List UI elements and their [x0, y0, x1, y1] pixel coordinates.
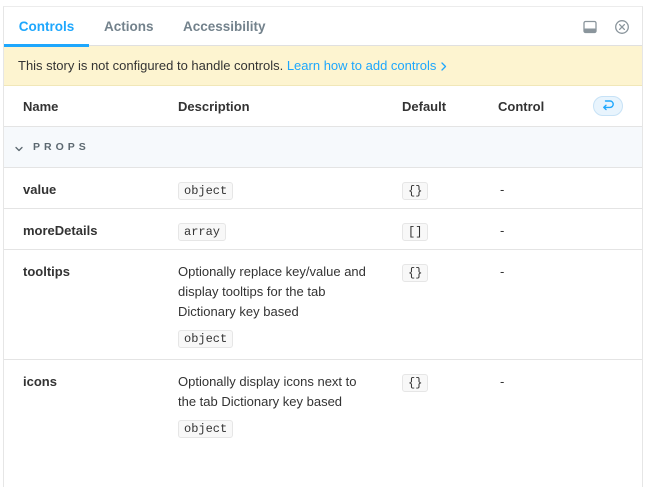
prop-description: array [178, 221, 378, 241]
header-name: Name [23, 99, 59, 114]
tab-bar: Controls Actions Accessibility [4, 7, 642, 47]
prop-type: object [178, 330, 234, 348]
section-label: PROPS [33, 141, 90, 153]
chevron-down-icon [14, 141, 24, 159]
dock-bottom-icon[interactable] [582, 19, 598, 35]
prop-name: tooltips [23, 264, 70, 279]
prop-control: - [500, 264, 505, 279]
prop-default: {} [402, 372, 429, 392]
prop-type: object [178, 182, 234, 200]
tab-actions[interactable]: Actions [104, 7, 154, 46]
controls-warning-banner: This story is not configured to handle c… [4, 46, 642, 86]
prop-default: {} [402, 180, 429, 200]
prop-default: {} [402, 262, 429, 282]
table-row: tooltips Optionally replace key/value an… [4, 250, 642, 360]
prop-description: object [178, 180, 378, 200]
prop-name: moreDetails [23, 223, 98, 238]
prop-type: array [178, 223, 227, 241]
tab-controls[interactable]: Controls [4, 7, 89, 47]
prop-default: [] [402, 221, 429, 241]
learn-controls-link-label[interactable]: Learn how to add controls [287, 58, 437, 73]
default-value: {} [402, 182, 429, 200]
prop-description: Optionally display icons next to the tab… [178, 372, 378, 438]
learn-controls-link[interactable]: Learn how to add controls [287, 58, 448, 73]
prop-name: icons [23, 374, 57, 389]
prop-description-text: Optionally replace key/value and display… [178, 264, 366, 319]
chevron-right-icon[interactable] [441, 47, 447, 87]
banner-text: This story is not configured to handle c… [18, 58, 284, 73]
header-control: Control [498, 99, 545, 114]
default-value: [] [402, 223, 429, 241]
prop-description-text: Optionally display icons next to the tab… [178, 374, 357, 409]
prop-name: value [23, 182, 57, 197]
args-table-header: Name Description Default Control [4, 86, 642, 127]
header-description: Description [178, 99, 250, 114]
default-value: {} [402, 374, 429, 392]
close-icon[interactable] [614, 19, 630, 35]
prop-type: object [178, 420, 234, 438]
table-row: moreDetails array [] - [4, 209, 642, 250]
prop-control: - [500, 182, 505, 197]
table-row: value object {} - [4, 168, 642, 209]
prop-control: - [500, 223, 505, 238]
header-default: Default [402, 99, 447, 114]
prop-control: - [500, 374, 505, 389]
undo-icon [601, 99, 615, 114]
props-section-toggle[interactable]: PROPS [4, 127, 642, 168]
addons-panel: Controls Actions Accessibility This stor… [3, 6, 643, 487]
default-value: {} [402, 264, 429, 282]
prop-description: Optionally replace key/value and display… [178, 262, 378, 348]
table-row: icons Optionally display icons next to t… [4, 360, 642, 487]
tab-accessibility[interactable]: Accessibility [183, 7, 266, 46]
reset-controls-button[interactable] [593, 96, 623, 116]
